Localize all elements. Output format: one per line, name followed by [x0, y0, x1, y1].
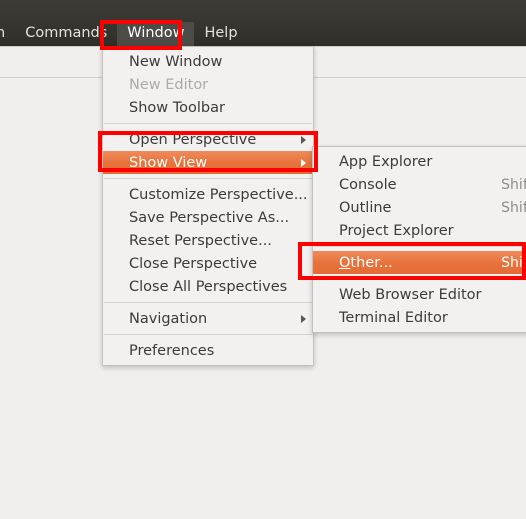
menu-item-customize-perspective[interactable]: Customize Perspective... [103, 183, 313, 206]
mnemonic-char: O [339, 254, 351, 271]
menu-separator [104, 178, 312, 179]
menu-item-label: Terminal Editor [339, 309, 448, 326]
menu-item-label: Navigation [129, 310, 208, 327]
menu-item-label: App Explorer [339, 153, 433, 170]
menu-separator [104, 334, 312, 335]
submenu-arrow-icon [301, 314, 306, 323]
menu-item-label: Show Toolbar [129, 99, 225, 116]
menu-item-label: Console [339, 176, 397, 193]
menu-item-label: Preferences [129, 342, 215, 359]
menubar-item-commands[interactable]: Commands [15, 22, 117, 46]
menu-item-console[interactable]: Console Shift [313, 173, 526, 196]
menu-item-label: Web Browser Editor [339, 286, 482, 303]
submenu-arrow-icon [301, 158, 306, 167]
menu-item-navigation[interactable]: Navigation [103, 307, 313, 330]
submenu-arrow-icon [301, 135, 306, 144]
menubar: n Commands Window Help [0, 0, 526, 46]
menu-item-label: Save Perspective As... [129, 209, 290, 226]
menu-item-app-explorer[interactable]: App Explorer [313, 150, 526, 173]
menu-separator [104, 123, 312, 124]
menu-item-terminal-editor[interactable]: Terminal Editor [313, 306, 526, 329]
menu-item-new-editor: New Editor [103, 73, 313, 96]
menubar-item-window[interactable]: Window [117, 22, 195, 46]
menu-separator [104, 302, 312, 303]
menu-separator [314, 278, 526, 279]
menu-item-label: Close All Perspectives [129, 278, 288, 295]
menu-item-label: New Window [129, 53, 223, 70]
menu-item-open-perspective[interactable]: Open Perspective [103, 128, 313, 151]
menu-item-accelerator: Shift [501, 199, 526, 216]
menubar-item-n[interactable]: n [0, 22, 15, 46]
menu-item-label: Other... [339, 254, 393, 271]
menu-item-label: Outline [339, 199, 392, 216]
menu-item-show-view[interactable]: Show View [103, 151, 313, 174]
menu-item-label: Project Explorer [339, 222, 454, 239]
show-view-submenu-popup: App Explorer Console Shift Outline Shift Proj… [312, 146, 526, 333]
menu-separator [314, 246, 526, 247]
menu-item-reset-perspective[interactable]: Reset Perspective... [103, 229, 313, 252]
menu-item-save-perspective-as[interactable]: Save Perspective As... [103, 206, 313, 229]
menu-item-label: Reset Perspective... [129, 232, 272, 249]
menu-item-label: Close Perspective [129, 255, 258, 272]
menu-item-show-toolbar[interactable]: Show Toolbar [103, 96, 313, 119]
menu-item-project-explorer[interactable]: Project Explorer [313, 219, 526, 242]
window-menu-popup: New Window New Editor Show Toolbar Open Per… [102, 46, 314, 366]
menu-item-accelerator: Shift [501, 254, 526, 271]
menu-item-close-all-perspectives[interactable]: Close All Perspectives [103, 275, 313, 298]
menu-item-close-perspective[interactable]: Close Perspective [103, 252, 313, 275]
menu-item-label: Open Perspective [129, 131, 257, 148]
menu-item-preferences[interactable]: Preferences [103, 339, 313, 362]
menu-item-web-browser-editor[interactable]: Web Browser Editor [313, 283, 526, 306]
menu-item-label: New Editor [129, 76, 209, 93]
menu-item-label: Customize Perspective... [129, 186, 308, 203]
menu-item-label: Show View [129, 154, 208, 171]
menu-item-outline[interactable]: Outline Shift [313, 196, 526, 219]
menu-item-new-window[interactable]: New Window [103, 50, 313, 73]
menu-item-other[interactable]: Other... Shift [313, 251, 526, 274]
menu-item-accelerator: Shift [501, 176, 526, 193]
menubar-item-help[interactable]: Help [194, 22, 247, 46]
